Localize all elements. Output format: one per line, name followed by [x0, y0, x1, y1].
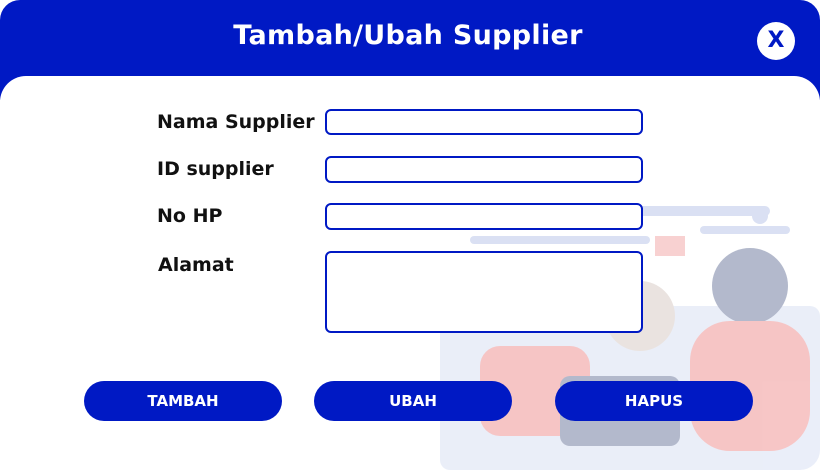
nama-supplier-label: Nama Supplier: [157, 111, 315, 133]
dialog-title: Tambah/Ubah Supplier: [233, 20, 583, 51]
id-supplier-label: ID supplier: [157, 158, 274, 180]
no-hp-input[interactable]: [325, 203, 643, 230]
nama-supplier-input[interactable]: [325, 109, 643, 135]
alamat-label: Alamat: [158, 254, 234, 276]
tambah-button[interactable]: TAMBAH: [84, 381, 282, 421]
hapus-button[interactable]: HAPUS: [555, 381, 753, 421]
no-hp-label: No HP: [157, 205, 223, 227]
alamat-textarea[interactable]: [325, 251, 643, 333]
ubah-button[interactable]: UBAH: [314, 381, 512, 421]
dialog-body: Nama Supplier ID supplier No HP Alamat T…: [0, 76, 820, 470]
close-button[interactable]: X: [757, 22, 795, 60]
id-supplier-input[interactable]: [325, 156, 643, 183]
supplier-dialog: Tambah/Ubah Supplier X Nama Supplier ID …: [0, 0, 820, 470]
